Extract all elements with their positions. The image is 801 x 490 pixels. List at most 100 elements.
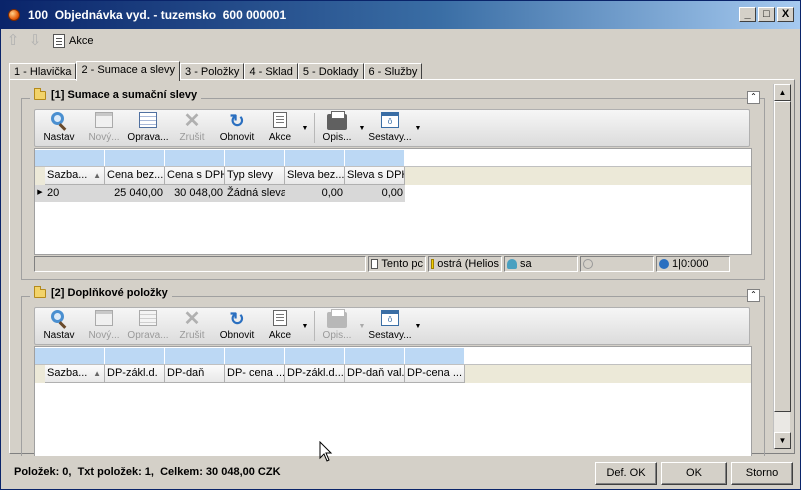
collapse-icon[interactable]: ⌃: [747, 91, 760, 104]
column-header[interactable]: Sazba... ▲: [45, 365, 105, 383]
column-header[interactable]: Sazba... ▲: [45, 167, 105, 185]
vertical-scrollbar[interactable]: ▲ ▼: [773, 84, 791, 449]
akce-button[interactable]: Akce: [261, 110, 299, 146]
minimize-button[interactable]: _: [739, 7, 756, 22]
magnifier-icon: [49, 112, 69, 131]
group-sumace-toolbar: Nastav Nový... Oprava... ✕ Zrušit ↻ Obno…: [34, 109, 750, 147]
sestavy-dropdown-arrow-icon[interactable]: ▼: [412, 110, 424, 146]
filter-cell[interactable]: [285, 150, 345, 166]
akce-top-button[interactable]: Akce: [53, 34, 93, 48]
tab-strip: 1 - Hlavička 2 - Sumace a slevy 3 - Polo…: [9, 61, 423, 81]
tab-sumace-a-slevy[interactable]: 2 - Sumace a slevy: [76, 61, 181, 81]
column-header[interactable]: DP- cena ...: [225, 365, 285, 383]
action-document-icon: [273, 112, 287, 128]
filter-cell[interactable]: [35, 150, 105, 166]
opis-dropdown-arrow-icon[interactable]: ▼: [356, 110, 368, 146]
column-header[interactable]: Cena s DPH: [165, 167, 225, 185]
table-cell: 0,00: [321, 187, 343, 199]
akce-dropdown-arrow-icon[interactable]: ▼: [299, 308, 311, 344]
opis-button[interactable]: Opis...: [318, 308, 356, 344]
table-cell: 30 048,00: [174, 187, 223, 199]
table-cell: 20: [47, 187, 60, 199]
window-title: 100 Objednávka vyd. - tuzemsko 600 00000…: [28, 8, 287, 22]
table-row[interactable]: ▶ 20 25 040,00 30 048,00 Žádná sleva 0,0…: [35, 185, 405, 202]
refresh-icon: ↻: [229, 111, 245, 131]
database-icon: [431, 259, 435, 269]
column-header[interactable]: DP-zákl.d....: [285, 365, 345, 383]
filter-cell[interactable]: [405, 348, 465, 364]
sestavy-button[interactable]: ô Sestavy...: [368, 110, 412, 146]
print-icon: [327, 309, 347, 328]
filter-cell[interactable]: [345, 348, 405, 364]
scroll-down-button[interactable]: ▼: [774, 432, 791, 449]
group-doplnkove-header: [2] Doplňkové položky: [30, 285, 172, 299]
obnovit-button[interactable]: ↻ Obnovit: [213, 308, 261, 344]
filter-row: [35, 149, 751, 167]
zrusit-button[interactable]: ✕ Zrušit: [171, 110, 213, 146]
header-row: Sazba... ▲ DP-zákl.d. DP-daň DP- cena ...…: [35, 365, 751, 383]
sestavy-button[interactable]: ô Sestavy...: [368, 308, 412, 344]
column-header[interactable]: DP-daň val.: [345, 365, 405, 383]
oprava-button[interactable]: Oprava...: [125, 110, 171, 146]
folder-icon: [34, 285, 46, 298]
filter-cell[interactable]: [345, 150, 405, 166]
ok-button[interactable]: OK: [661, 462, 727, 485]
zrusit-button[interactable]: ✕ Zrušit: [171, 308, 213, 344]
row-indicator-icon: ▶: [37, 189, 43, 196]
group-doplnkove-toolbar: Nastav Nový... Oprava... ✕ Zrušit ↻ Obno…: [34, 307, 750, 345]
column-header[interactable]: Sleva bez...: [285, 167, 345, 185]
filter-cell[interactable]: [105, 348, 165, 364]
status-info: 1|0:000: [656, 256, 730, 272]
filter-row: [35, 347, 751, 365]
filter-cell[interactable]: [105, 150, 165, 166]
edit-grid-icon: [139, 112, 157, 128]
opis-button[interactable]: Opis...: [318, 110, 356, 146]
document-icon: [53, 34, 65, 48]
akce-button[interactable]: Akce: [261, 308, 299, 344]
column-header[interactable]: Cena bez...: [105, 167, 165, 185]
title-bar[interactable]: 100 Objednávka vyd. - tuzemsko 600 00000…: [1, 1, 800, 29]
group-doplnkove-title: [2] Doplňkové položky: [51, 287, 168, 299]
table-cell: 0,00: [381, 187, 403, 199]
maximize-button[interactable]: □: [758, 7, 775, 22]
nastav-button[interactable]: Nastav: [35, 110, 83, 146]
doc-icon: [371, 259, 379, 269]
collapse-icon[interactable]: ⌃: [747, 289, 760, 302]
nastav-button[interactable]: Nastav: [35, 308, 83, 344]
def-ok-button[interactable]: Def. OK: [595, 462, 657, 485]
arrow-up-icon[interactable]: ⇧: [5, 33, 21, 49]
print-icon: [327, 111, 347, 130]
akce-top-label: Akce: [69, 35, 94, 47]
sestavy-dropdown-arrow-icon[interactable]: ▼: [412, 308, 424, 344]
novy-button[interactable]: Nový...: [83, 308, 125, 344]
status-user: sa: [504, 256, 578, 272]
column-header[interactable]: DP-zákl.d.: [105, 365, 165, 383]
novy-button[interactable]: Nový...: [83, 110, 125, 146]
scroll-up-button[interactable]: ▲: [774, 84, 791, 101]
oprava-button[interactable]: Oprava...: [125, 308, 171, 344]
sort-asc-icon: ▲: [93, 369, 101, 378]
opis-dropdown-arrow-icon[interactable]: ▼: [356, 308, 368, 344]
column-header[interactable]: DP-cena ...: [405, 365, 465, 383]
filter-cell[interactable]: [35, 348, 105, 364]
filter-cell[interactable]: [225, 150, 285, 166]
akce-dropdown-arrow-icon[interactable]: ▼: [299, 110, 311, 146]
group-sumace-header: [1] Sumace a sumační slevy: [30, 87, 202, 101]
storno-button[interactable]: Storno: [731, 462, 793, 485]
status-bar: Tento pc ostrá (Helios sa 1|0:000: [34, 256, 752, 273]
column-header[interactable]: DP-daň: [165, 365, 225, 383]
edit-grid-icon: [139, 310, 157, 326]
filter-cell[interactable]: [285, 348, 345, 364]
navigation-bar: ⇧ ⇩ Akce: [5, 31, 94, 51]
arrow-down-icon[interactable]: ⇩: [27, 33, 43, 49]
close-button[interactable]: X: [777, 7, 794, 22]
delete-icon: ✕: [183, 308, 201, 330]
magnifier-icon: [49, 310, 69, 329]
column-header[interactable]: Typ slevy: [225, 167, 285, 185]
filter-cell[interactable]: [225, 348, 285, 364]
filter-cell[interactable]: [165, 348, 225, 364]
column-header[interactable]: Sleva s DPH: [345, 167, 405, 185]
obnovit-button[interactable]: ↻ Obnovit: [213, 110, 261, 146]
scroll-thumb[interactable]: [774, 101, 791, 412]
filter-cell[interactable]: [165, 150, 225, 166]
